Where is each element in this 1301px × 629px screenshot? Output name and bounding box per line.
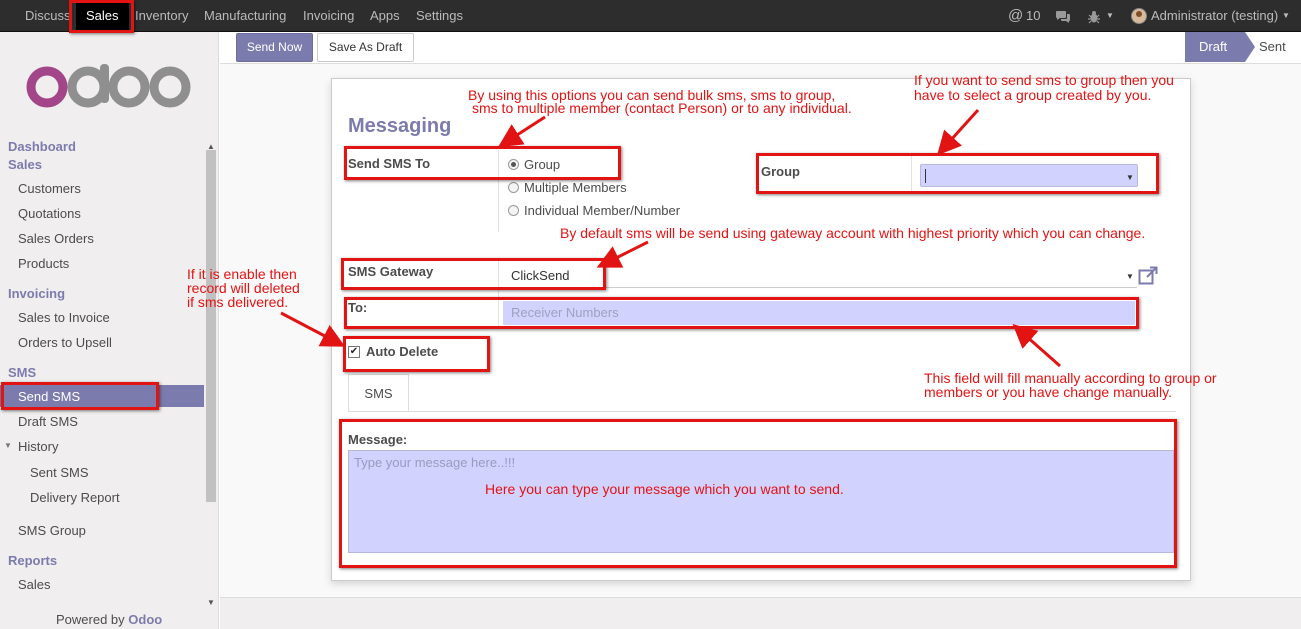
sidebar-item-reports-sales[interactable]: Sales: [18, 577, 51, 592]
status-draft[interactable]: Draft: [1185, 32, 1245, 62]
sidebar-header-sms: SMS: [8, 365, 37, 380]
note-autodel-line2: record will deleted: [187, 280, 300, 296]
sidebar-item-sales-to-invoice[interactable]: Sales to Invoice: [18, 310, 110, 325]
menu-discuss[interactable]: Discuss: [25, 0, 71, 32]
menu-manufacturing[interactable]: Manufacturing: [204, 0, 286, 32]
mentions-count[interactable]: 10: [1026, 0, 1040, 32]
menu-inventory[interactable]: Inventory: [135, 0, 188, 32]
note-bulk-line2: sms to multiple member (contact Person) …: [472, 100, 852, 116]
powered-by-label: Powered by: [56, 612, 125, 627]
menu-apps[interactable]: Apps: [370, 0, 400, 32]
external-link-icon[interactable]: [1138, 266, 1158, 288]
radio-individual[interactable]: [508, 205, 519, 216]
sidebar-scrollbar[interactable]: [206, 150, 216, 502]
note-to-line2: members or you have change manually.: [924, 384, 1172, 400]
powered-by: Powered by Odoo: [56, 612, 162, 627]
highlight-box-send-sms-to: [344, 146, 621, 180]
menu-invoicing[interactable]: Invoicing: [303, 0, 354, 32]
send-now-button[interactable]: Send Now: [236, 33, 313, 62]
sidebar-item-sales-orders[interactable]: Sales Orders: [18, 231, 94, 246]
history-caret-icon[interactable]: ▼: [4, 441, 12, 450]
scroll-down-arrow-icon[interactable]: ▼: [207, 598, 215, 607]
status-sent[interactable]: Sent: [1259, 32, 1286, 62]
note-gateway: By default sms will be send using gatewa…: [560, 225, 1146, 241]
note-group-line1: If you want to send sms to group then yo…: [914, 72, 1174, 88]
note-autodel-line1: If it is enable then: [187, 266, 297, 282]
sidebar-item-sms-group[interactable]: SMS Group: [18, 523, 86, 538]
highlight-box-send-sms: [1, 382, 159, 410]
sidebar: [0, 32, 219, 629]
sidebar-header-dashboard[interactable]: Dashboard: [8, 139, 76, 154]
sidebar-item-sent-sms[interactable]: Sent SMS: [30, 465, 89, 480]
sidebar-header-sales: Sales: [8, 157, 42, 172]
user-chevron-icon[interactable]: ▼: [1282, 0, 1290, 32]
sidebar-item-draft-sms[interactable]: Draft SMS: [18, 414, 78, 429]
sidebar-item-delivery-report[interactable]: Delivery Report: [30, 490, 120, 505]
odoo-logo[interactable]: [26, 64, 192, 111]
sidebar-item-orders-to-upsell[interactable]: Orders to Upsell: [18, 335, 112, 350]
note-to-line1: This field will fill manually according …: [924, 370, 1217, 386]
powered-by-brand[interactable]: Odoo: [128, 612, 162, 627]
chat-icon[interactable]: [1055, 0, 1071, 32]
bug-icon[interactable]: [1087, 0, 1101, 32]
sidebar-item-products[interactable]: Products: [18, 256, 69, 271]
sidebar-item-history[interactable]: History: [18, 439, 58, 454]
tab-divider: [348, 411, 1176, 412]
status-arrow-icon: [1245, 32, 1255, 62]
highlight-box-auto-delete: [343, 336, 490, 372]
highlight-box-gateway: [341, 258, 606, 290]
at-mention-icon[interactable]: @: [1008, 0, 1023, 32]
highlight-box-group: [756, 153, 1159, 194]
menu-settings[interactable]: Settings: [416, 0, 463, 32]
note-group-line2: have to select a group created by you.: [914, 87, 1152, 103]
sidebar-item-customers[interactable]: Customers: [18, 181, 81, 196]
form-title: Messaging: [348, 115, 452, 137]
gateway-caret-icon[interactable]: ▼: [1126, 272, 1134, 281]
sidebar-header-invoicing: Invoicing: [8, 286, 66, 301]
sidebar-header-reports: Reports: [8, 553, 58, 568]
note-autodel-line3: if sms delivered.: [187, 294, 289, 310]
user-menu[interactable]: Administrator (testing): [1151, 0, 1278, 32]
tab-sms[interactable]: SMS: [348, 374, 409, 412]
highlight-box-sales: [69, 0, 134, 33]
chevron-down-icon[interactable]: ▼: [1106, 0, 1114, 32]
save-as-draft-button[interactable]: Save As Draft: [317, 33, 414, 62]
bottom-strip: [220, 597, 1301, 629]
radio-individual-label[interactable]: Individual Member/Number: [524, 203, 680, 218]
sidebar-item-quotations[interactable]: Quotations: [18, 206, 81, 221]
highlight-box-to: [344, 297, 1139, 329]
status-bar: Draft Sent: [1185, 32, 1301, 62]
note-message: Here you can type your message which you…: [485, 481, 844, 497]
radio-multiple-members-label[interactable]: Multiple Members: [524, 180, 627, 195]
avatar[interactable]: [1131, 8, 1147, 24]
top-navbar: Discuss Sales Inventory Manufacturing In…: [0, 0, 1301, 32]
radio-multiple-members[interactable]: [508, 182, 519, 193]
